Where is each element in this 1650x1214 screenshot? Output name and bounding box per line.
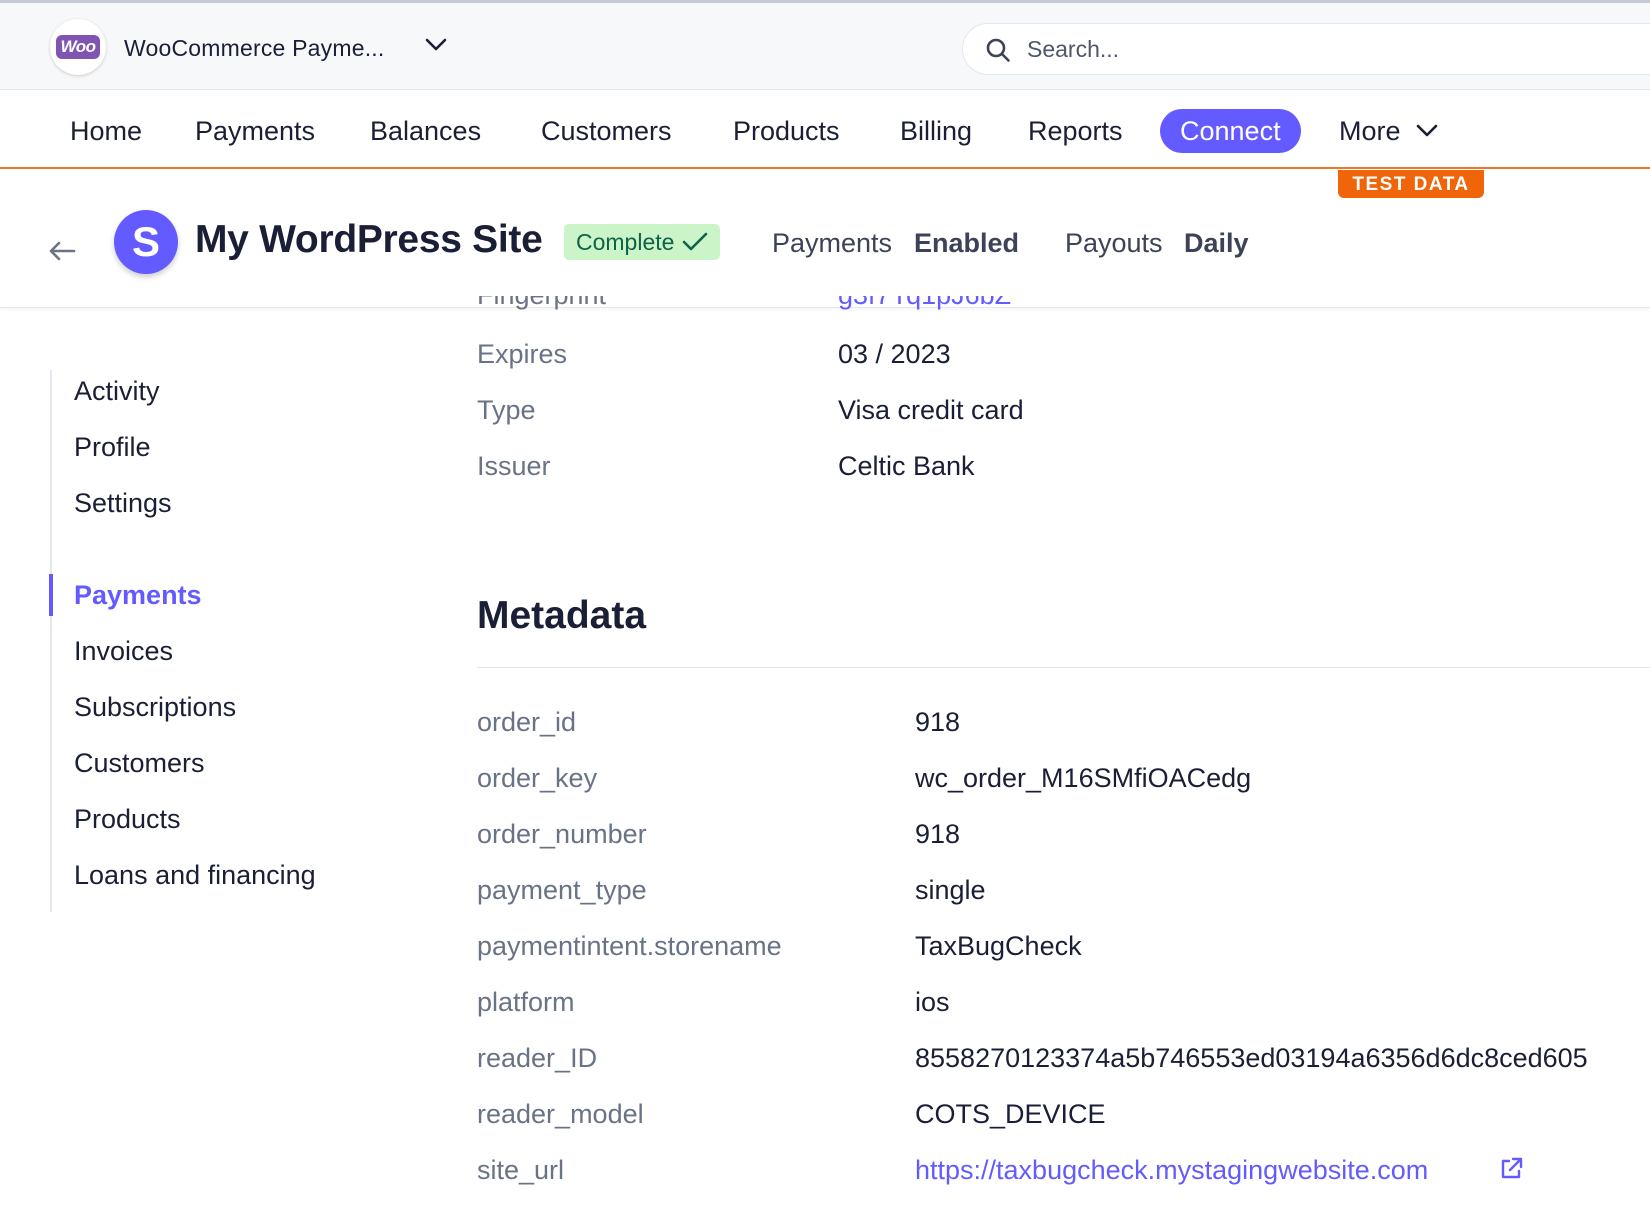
site-url-link[interactable]: https://taxbugcheck.mystagingwebsite.com [915, 1155, 1428, 1186]
search-input[interactable] [1027, 24, 1627, 74]
sidebar-divider [50, 370, 52, 912]
search-icon [986, 38, 1010, 62]
status-badge: Complete [564, 224, 721, 260]
metadata-key: order_key [477, 763, 598, 793]
card-issuer-value: Celtic Bank [838, 451, 975, 481]
nav-more[interactable]: More [1339, 109, 1439, 153]
sidebar-item-products[interactable]: Products [74, 804, 181, 835]
top-bar: Woo WooCommerce Payme... [0, 0, 1650, 90]
metadata-value: COTS_DEVICE [915, 1099, 1106, 1129]
metadata-key: reader_ID [477, 1043, 598, 1073]
chevron-down-icon [1416, 124, 1437, 137]
external-link-icon[interactable] [1498, 1156, 1524, 1182]
chevron-down-icon[interactable] [424, 37, 448, 53]
nav-customers[interactable]: Customers [541, 109, 672, 153]
sidebar-item-loans-financing[interactable]: Loans and financing [74, 860, 316, 891]
metadata-section-title: Metadata [477, 594, 647, 637]
account-logo[interactable]: Woo [50, 19, 106, 75]
card-type-label: Type [477, 395, 536, 425]
metadata-value: 918 [915, 819, 961, 849]
metadata-value: single [915, 875, 986, 905]
sidebar-item-subscriptions[interactable]: Subscriptions [74, 692, 236, 723]
nav-reports[interactable]: Reports [1028, 109, 1123, 153]
card-type-value: Visa credit card [838, 395, 1024, 425]
payouts-value: Daily [1184, 228, 1249, 258]
metadata-key: order_id [477, 707, 577, 737]
back-arrow-icon[interactable] [48, 240, 76, 262]
sidebar-active-indicator [49, 574, 53, 616]
metadata-key: site_url [477, 1155, 565, 1185]
site-avatar: S [114, 210, 178, 274]
nav-payments[interactable]: Payments [195, 109, 315, 153]
metadata-value: ios [915, 987, 950, 1017]
nav-home[interactable]: Home [70, 109, 142, 153]
metadata-key: payment_type [477, 875, 647, 905]
sidebar-item-activity[interactable]: Activity [74, 376, 160, 407]
metadata-value: wc_order_M16SMfiOACedg [915, 763, 1252, 793]
clipped-row-value: g3f7Yq1pJ6bZ [838, 296, 1118, 312]
nav-products[interactable]: Products [733, 109, 840, 153]
nav-billing[interactable]: Billing [900, 109, 972, 153]
payments-status-value: Enabled [914, 228, 1020, 258]
metadata-value: 8558270123374a5b746553ed03194a6356d6dc8c… [915, 1043, 1588, 1073]
account-switcher-label[interactable]: WooCommerce Payme... [124, 35, 384, 62]
nav-connect[interactable]: Connect [1160, 109, 1301, 153]
clipped-row-label: Fingerprint [477, 296, 627, 312]
sidebar-item-settings[interactable]: Settings [74, 488, 172, 519]
sidebar-item-profile[interactable]: Profile [74, 432, 151, 463]
payouts-label: Payouts [1065, 228, 1163, 258]
metadata-key: paymentintent.storename [477, 931, 782, 961]
main-nav: Home Payments Balances Customers Product… [0, 91, 1650, 169]
card-issuer-label: Issuer [477, 451, 551, 481]
metadata-key: order_number [477, 819, 647, 849]
page-title: My WordPress Site [195, 218, 543, 261]
sidebar-item-payments[interactable]: Payments [74, 580, 202, 611]
metadata-key: reader_model [477, 1099, 644, 1129]
metadata-key: platform [477, 987, 575, 1017]
metadata-value: 918 [915, 707, 961, 737]
account-header: S My WordPress Site Complete Payments En… [0, 200, 1650, 308]
woo-logo-icon: Woo [56, 35, 100, 59]
sidebar-item-invoices[interactable]: Invoices [74, 636, 173, 667]
payments-status-label: Payments [772, 228, 893, 258]
section-divider [477, 667, 1650, 668]
card-expires-label: Expires [477, 339, 568, 369]
card-expires-value: 03 / 2023 [838, 339, 951, 369]
test-data-badge: TEST DATA [1338, 170, 1484, 198]
nav-more-label: More [1339, 116, 1401, 146]
metadata-value: TaxBugCheck [915, 931, 1082, 961]
status-badge-label: Complete [576, 228, 675, 255]
sidebar-item-customers[interactable]: Customers [74, 748, 205, 779]
checkmark-icon [683, 232, 708, 251]
nav-balances[interactable]: Balances [370, 109, 481, 153]
search-bar[interactable] [962, 23, 1650, 75]
